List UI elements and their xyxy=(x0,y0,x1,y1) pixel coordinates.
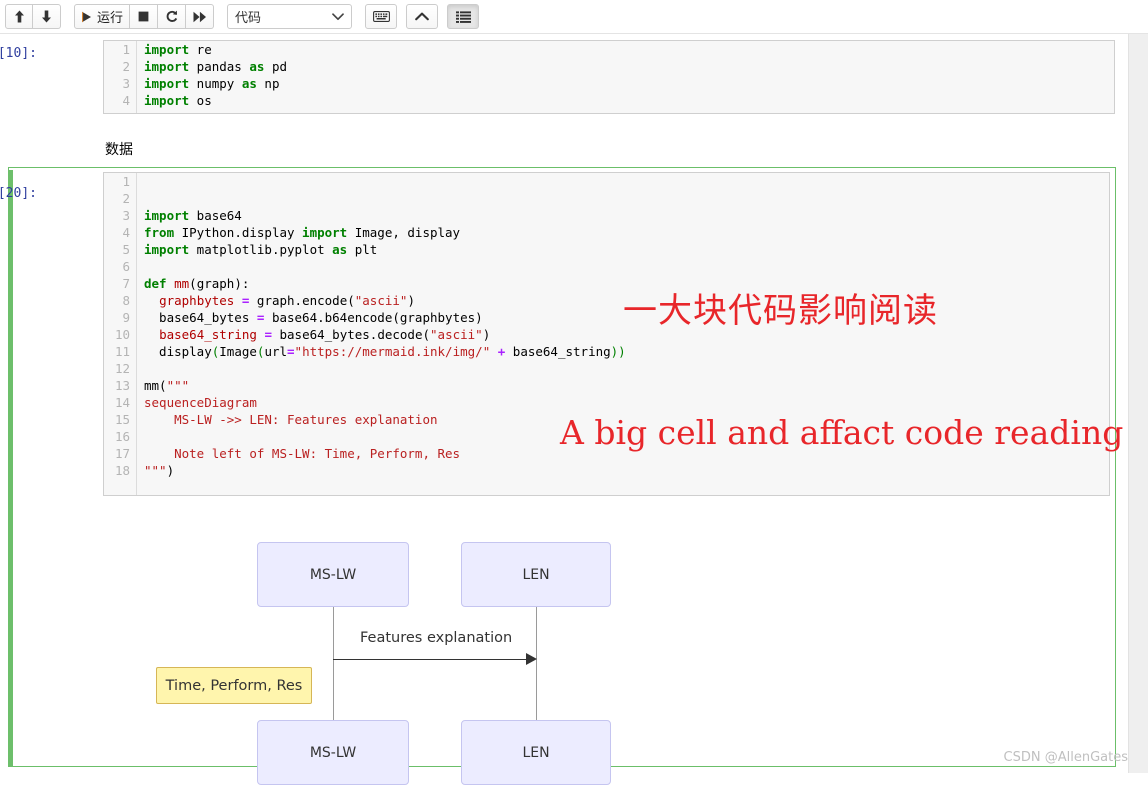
line-number: 4 xyxy=(122,93,130,108)
code-line: from IPython.display import Image, displ… xyxy=(144,225,461,240)
code-line: import numpy as np xyxy=(144,76,280,91)
annotation-english: A big cell and affact code reading xyxy=(560,413,1124,452)
message-arrow-head xyxy=(526,653,537,665)
code-line: sequenceDiagram xyxy=(144,395,257,410)
toolbar-group-toc xyxy=(447,4,480,29)
code-line: import pandas as pd xyxy=(144,59,288,74)
list-lines-icon xyxy=(455,10,471,23)
line-number: 16 xyxy=(114,429,130,444)
arrow-down-icon xyxy=(41,10,52,23)
run-cell-label: 运行 xyxy=(97,11,124,26)
code-line: import re xyxy=(144,42,212,57)
notebook-body: In [10]: 1 2 3 4 import re import pandas … xyxy=(0,34,1128,785)
line-number: 8 xyxy=(122,293,130,308)
line-number: 1 xyxy=(122,174,130,189)
line-number: 4 xyxy=(122,225,130,240)
code-cell-1-prompt: In [10]: xyxy=(0,46,37,61)
participant-ms-lw-bottom: MS-LW xyxy=(257,720,409,785)
line-number: 13 xyxy=(114,378,130,393)
toolbar-group-move xyxy=(5,4,61,29)
participant-len-top: LEN xyxy=(461,542,611,607)
line-number: 1 xyxy=(122,42,130,57)
notebook-toolbar: 运行 代码 xyxy=(0,0,1148,34)
code-line: import base64 xyxy=(144,208,242,223)
code-line: display(Image(url="https://mermaid.ink/i… xyxy=(144,344,626,359)
participant-label: LEN xyxy=(522,744,550,761)
restart-and-run-all-button[interactable] xyxy=(186,4,215,29)
line-number: 14 xyxy=(114,395,130,410)
stop-square-icon xyxy=(138,11,149,22)
line-number: 9 xyxy=(122,310,130,325)
note-label: Time, Perform, Res xyxy=(165,677,303,694)
annotation-chinese: 一大块代码影响阅读 xyxy=(623,291,938,331)
participant-len-bottom: LEN xyxy=(461,720,611,785)
code-cell-2-line-numbers: 1 2 3 4 5 6 7 8 9 10 11 12 13 14 15 16 17 18 xyxy=(104,173,137,495)
mermaid-sequence-diagram: MS-LW LEN Features explanation Time, Per… xyxy=(0,496,1100,785)
cell-type-value: 代码 xyxy=(235,11,262,26)
toolbar-group-keyboard xyxy=(365,4,398,29)
toolbar-group-collapse xyxy=(406,4,439,29)
code-cell-1-editor[interactable]: 1 2 3 4 import re import pandas as pd impo… xyxy=(103,40,1115,114)
message-label: Features explanation xyxy=(360,630,513,646)
run-cell-button[interactable]: 运行 xyxy=(74,4,131,29)
vertical-scrollbar[interactable] xyxy=(1128,34,1148,773)
participant-label: MS-LW xyxy=(309,744,357,761)
fast-forward-icon xyxy=(193,11,207,23)
message-arrow-line xyxy=(333,659,530,660)
line-number: 10 xyxy=(114,327,130,342)
restart-kernel-button[interactable] xyxy=(158,4,187,29)
line-number: 5 xyxy=(122,242,130,257)
line-number: 15 xyxy=(114,412,130,427)
chevron-down-icon xyxy=(332,12,344,21)
lifeline-ms-lw xyxy=(333,607,334,732)
keyboard-icon xyxy=(372,11,390,22)
note-time-perform-res: Time, Perform, Res xyxy=(156,667,312,704)
participant-ms-lw-top: MS-LW xyxy=(257,542,409,607)
line-number: 17 xyxy=(114,446,130,461)
cell-type-select[interactable]: 代码 xyxy=(227,4,353,29)
keyboard-shortcuts-button[interactable] xyxy=(365,4,398,29)
collapse-button[interactable] xyxy=(406,4,439,29)
restart-circle-icon xyxy=(166,10,178,23)
move-cell-up-button[interactable] xyxy=(5,4,33,29)
markdown-cell-data[interactable]: 数据 xyxy=(105,139,133,159)
toolbar-group-run: 运行 xyxy=(74,4,215,29)
line-number: 7 xyxy=(122,276,130,291)
line-number: 11 xyxy=(114,344,130,359)
move-cell-down-button[interactable] xyxy=(33,4,61,29)
code-cell-1[interactable]: In [10]: 1 2 3 4 import re import pandas … xyxy=(0,40,1128,114)
line-number: 3 xyxy=(122,76,130,91)
code-line: mm(""" xyxy=(144,378,190,393)
code-line: import matplotlib.pyplot as plt xyxy=(144,242,378,257)
toggle-toc-button[interactable] xyxy=(447,4,480,29)
line-number: 2 xyxy=(122,191,130,206)
code-line: import os xyxy=(144,93,212,108)
participant-label: MS-LW xyxy=(309,566,357,583)
code-cell-2[interactable]: In [20]: 123456789101112131415161718 imp… xyxy=(0,172,1128,502)
chevron-up-icon xyxy=(415,12,429,21)
line-number: 6 xyxy=(122,259,130,274)
play-icon xyxy=(81,11,92,23)
arrow-up-icon xyxy=(14,10,25,23)
code-line: """) xyxy=(144,463,175,478)
line-number: 12 xyxy=(114,361,130,376)
notebook-screen: 运行 代码 [10]: 1 2 3 4 import re import pan… xyxy=(0,0,1148,785)
csdn-watermark: CSDN @AllenGates xyxy=(1003,750,1128,765)
lifeline-len xyxy=(536,607,537,732)
line-number: 3 xyxy=(122,208,130,223)
line-number: 2 xyxy=(122,59,130,74)
participant-label: LEN xyxy=(522,566,550,583)
code-cell-2-prompt: In [20]: xyxy=(0,186,37,201)
code-cell-1-line-numbers: 1 2 3 4 xyxy=(104,41,137,113)
line-number: 18 xyxy=(114,463,130,478)
interrupt-kernel-button[interactable] xyxy=(130,4,159,29)
code-cell-1-source[interactable]: import re import pandas as pd import numpy… xyxy=(137,41,1114,113)
